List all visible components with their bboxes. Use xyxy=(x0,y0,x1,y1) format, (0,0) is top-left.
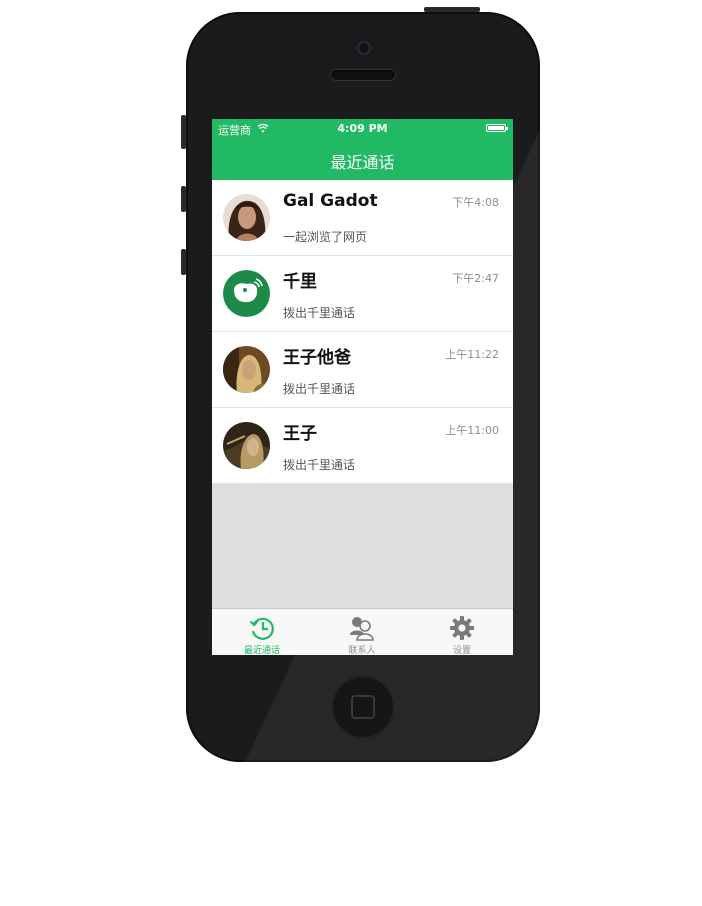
tab-bar: 最近通话 联系人 设置 xyxy=(212,608,513,655)
tab-label: 联系人 xyxy=(348,646,376,655)
contact-name: Gal Gadot xyxy=(283,191,378,211)
avatar xyxy=(223,422,270,469)
call-time: 下午4:08 xyxy=(452,196,499,209)
contacts-icon xyxy=(350,617,374,641)
call-description: 一起浏览了网页 xyxy=(283,230,368,244)
portrait-photo-icon xyxy=(223,346,270,393)
contact-name: 千里 xyxy=(283,272,317,292)
avatar xyxy=(223,346,270,393)
tab-recent-calls[interactable]: 最近通话 xyxy=(212,609,312,655)
history-clock-icon xyxy=(249,617,274,640)
portrait-photo-icon xyxy=(223,422,270,469)
call-description: 拨出千里通话 xyxy=(283,306,356,320)
home-button-square-icon xyxy=(351,695,375,719)
avatar xyxy=(223,270,270,317)
gear-icon xyxy=(450,616,474,640)
call-time: 上午11:22 xyxy=(445,348,499,361)
contact-name: 王子他爸 xyxy=(283,348,351,368)
recent-calls-list: Gal Gadot 下午4:08 一起浏览了网页 千里 下午2:47 拨出千里通… xyxy=(212,180,513,484)
call-description: 拨出千里通话 xyxy=(283,382,356,396)
call-row-wangzi-father[interactable]: 王子他爸 上午11:22 拨出千里通话 xyxy=(212,332,513,408)
status-bar: 运营商 4:09 PM xyxy=(212,119,513,139)
battery-fill xyxy=(488,126,504,130)
mute-switch xyxy=(181,115,186,149)
call-time: 上午11:00 xyxy=(445,424,499,437)
status-time: 4:09 PM xyxy=(337,122,388,135)
tab-label: 最近通话 xyxy=(243,646,280,655)
call-row-wangzi[interactable]: 王子 上午11:00 拨出千里通话 xyxy=(212,408,513,484)
avatar xyxy=(223,194,270,241)
front-camera xyxy=(359,43,369,53)
call-row-qianli[interactable]: 千里 下午2:47 拨出千里通话 xyxy=(212,256,513,332)
contact-name: 王子 xyxy=(283,424,317,444)
home-button[interactable] xyxy=(331,675,395,739)
volume-up-button xyxy=(181,186,186,212)
earpiece-speaker xyxy=(331,70,395,80)
call-description: 拨出千里通话 xyxy=(283,458,356,472)
power-button xyxy=(424,7,480,12)
tab-contacts[interactable]: 联系人 xyxy=(312,609,412,655)
tab-settings[interactable]: 设置 xyxy=(412,609,512,655)
phone-screen: 运营商 4:09 PM 最近通话 Gal Gadot 下午4:08 一起浏览了网… xyxy=(212,119,513,655)
tab-label: 设置 xyxy=(452,646,471,655)
battery-icon xyxy=(486,124,508,132)
page-title: 最近通话 xyxy=(330,153,395,172)
app-logo-icon xyxy=(223,270,270,317)
navigation-bar: 最近通话 xyxy=(212,139,513,180)
call-time: 下午2:47 xyxy=(452,272,499,285)
volume-down-button xyxy=(181,249,186,275)
portrait-photo-icon xyxy=(223,194,270,241)
call-row-gal-gadot[interactable]: Gal Gadot 下午4:08 一起浏览了网页 xyxy=(212,180,513,256)
